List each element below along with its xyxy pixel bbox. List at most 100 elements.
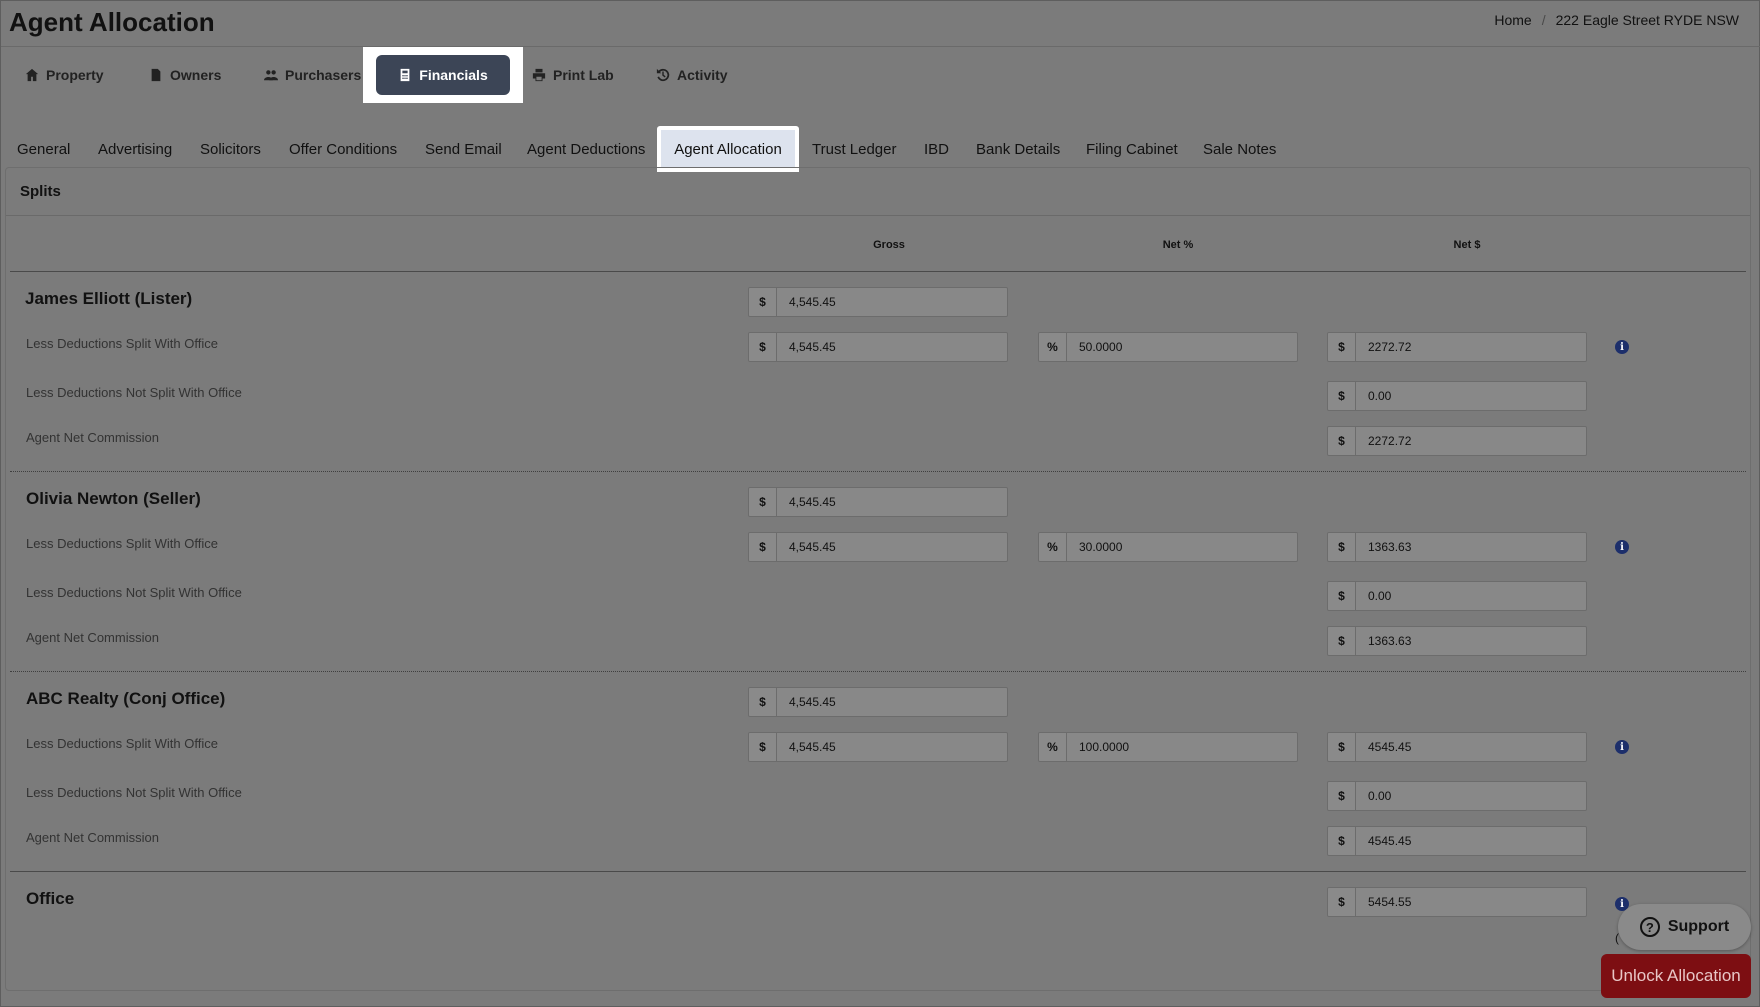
page-title: Agent Allocation xyxy=(9,7,215,37)
nav-property[interactable]: Property xyxy=(25,47,104,103)
split-pct-field[interactable]: % 100.0000 xyxy=(1038,732,1298,762)
office-net-field[interactable]: $ 5454.55 xyxy=(1327,887,1587,917)
split-pct-value[interactable]: 100.0000 xyxy=(1067,733,1297,761)
gross-field[interactable]: $ 4,545.45 xyxy=(748,287,1008,317)
column-net-amt: Net $ xyxy=(1453,239,1481,251)
label-agent-net-commission: Agent Net Commission xyxy=(26,830,159,845)
dollar-prefix: $ xyxy=(749,533,777,561)
gross-field[interactable]: $ 4,545.45 xyxy=(748,487,1008,517)
gross-field[interactable]: $ 4,545.45 xyxy=(748,687,1008,717)
net-commission-value[interactable]: 2272.72 xyxy=(1356,427,1586,455)
label-split-with-office: Less Deductions Split With Office xyxy=(26,736,218,751)
split-net-value[interactable]: 2272.72 xyxy=(1356,333,1586,361)
net-commission-field[interactable]: $ 1363.63 xyxy=(1327,626,1587,656)
split-gross-field[interactable]: $ 4,545.45 xyxy=(748,332,1008,362)
split-net-value[interactable]: 1363.63 xyxy=(1356,533,1586,561)
breadcrumb-home[interactable]: Home xyxy=(1494,12,1531,28)
nav-financials-pill[interactable]: Financials xyxy=(376,55,510,95)
split-net-field[interactable]: $ 1363.63 xyxy=(1327,532,1587,562)
tab-agent-allocation[interactable]: Agent Allocation xyxy=(657,126,799,172)
info-icon[interactable]: i xyxy=(1615,540,1629,554)
top-bar: Agent Allocation Home / 222 Eagle Street… xyxy=(1,1,1760,47)
document-icon xyxy=(151,68,161,82)
nav-financials[interactable]: Financials xyxy=(363,47,523,103)
split-net-value[interactable]: 4545.45 xyxy=(1356,733,1586,761)
unlock-allocation-button[interactable]: Unlock Allocation xyxy=(1601,954,1751,998)
gross-value[interactable]: 4,545.45 xyxy=(777,288,1007,316)
tab-general[interactable]: General xyxy=(9,128,78,170)
breadcrumb-separator: / xyxy=(1541,12,1546,28)
dollar-prefix: $ xyxy=(749,733,777,761)
not-split-field[interactable]: $ 0.00 xyxy=(1327,781,1587,811)
info-icon[interactable]: i xyxy=(1615,740,1629,754)
tab-agent-deductions[interactable]: Agent Deductions xyxy=(519,128,653,170)
label-not-split-with-office: Less Deductions Not Split With Office xyxy=(26,585,242,600)
label-split-with-office: Less Deductions Split With Office xyxy=(26,536,218,551)
gross-value[interactable]: 4,545.45 xyxy=(777,688,1007,716)
net-commission-value[interactable]: 1363.63 xyxy=(1356,627,1586,655)
tab-filing-cabinet[interactable]: Filing Cabinet xyxy=(1078,128,1186,170)
split-gross-field[interactable]: $ 4,545.45 xyxy=(748,532,1008,562)
support-label: Support xyxy=(1667,918,1730,935)
not-split-value[interactable]: 0.00 xyxy=(1356,382,1586,410)
dollar-prefix: $ xyxy=(1328,333,1356,361)
office-net-value[interactable]: 5454.55 xyxy=(1356,888,1586,916)
net-commission-field[interactable]: $ 4545.45 xyxy=(1327,826,1587,856)
split-net-field[interactable]: $ 4545.45 xyxy=(1327,732,1587,762)
not-split-value[interactable]: 0.00 xyxy=(1356,782,1586,810)
home-icon xyxy=(25,68,39,82)
split-pct-value[interactable]: 50.0000 xyxy=(1067,333,1297,361)
dollar-prefix: $ xyxy=(1328,582,1356,610)
office-divider xyxy=(10,871,1746,872)
support-button[interactable]: ? Support xyxy=(1618,904,1751,950)
tab-solicitors[interactable]: Solicitors xyxy=(192,128,269,170)
calculator-icon xyxy=(400,68,410,82)
breadcrumb: Home / 222 Eagle Street RYDE NSW xyxy=(1494,12,1739,28)
not-split-field[interactable]: $ 0.00 xyxy=(1327,381,1587,411)
label-agent-net-commission: Agent Net Commission xyxy=(26,430,159,445)
split-gross-value[interactable]: 4,545.45 xyxy=(777,733,1007,761)
tab-offer-conditions[interactable]: Offer Conditions xyxy=(281,128,405,170)
tab-sale-notes[interactable]: Sale Notes xyxy=(1195,128,1284,170)
agent-divider xyxy=(10,671,1746,672)
panel-header: Splits xyxy=(6,168,1750,216)
nav-purchasers-label: Purchasers xyxy=(285,67,362,83)
column-gross: Gross xyxy=(873,239,905,251)
main-nav: Property Owners Purchasers Financials Pr… xyxy=(1,47,1760,103)
nav-purchasers[interactable]: Purchasers xyxy=(264,47,361,103)
split-gross-value[interactable]: 4,545.45 xyxy=(777,533,1007,561)
label-agent-net-commission: Agent Net Commission xyxy=(26,630,159,645)
nav-property-label: Property xyxy=(46,67,104,83)
nav-activity[interactable]: Activity xyxy=(656,47,728,103)
agent-divider xyxy=(10,471,1746,472)
split-pct-value[interactable]: 30.0000 xyxy=(1067,533,1297,561)
not-split-field[interactable]: $ 0.00 xyxy=(1327,581,1587,611)
label-not-split-with-office: Less Deductions Not Split With Office xyxy=(26,385,242,400)
split-net-field[interactable]: $ 2272.72 xyxy=(1327,332,1587,362)
split-gross-field[interactable]: $ 4,545.45 xyxy=(748,732,1008,762)
label-not-split-with-office: Less Deductions Not Split With Office xyxy=(26,785,242,800)
tab-advertising[interactable]: Advertising xyxy=(90,128,180,170)
split-gross-value[interactable]: 4,545.45 xyxy=(777,333,1007,361)
nav-owners[interactable]: Owners xyxy=(149,47,221,103)
split-pct-field[interactable]: % 50.0000 xyxy=(1038,332,1298,362)
split-pct-field[interactable]: % 30.0000 xyxy=(1038,532,1298,562)
not-split-value[interactable]: 0.00 xyxy=(1356,582,1586,610)
info-icon[interactable]: i xyxy=(1615,340,1629,354)
tab-bank-details[interactable]: Bank Details xyxy=(968,128,1068,170)
tab-ibd[interactable]: IBD xyxy=(916,128,957,170)
nav-print-lab-label: Print Lab xyxy=(553,67,614,83)
users-icon xyxy=(264,70,278,81)
net-commission-value[interactable]: 4545.45 xyxy=(1356,827,1586,855)
column-net-pct: Net % xyxy=(1162,239,1194,251)
dollar-prefix: $ xyxy=(1328,533,1356,561)
gross-value[interactable]: 4,545.45 xyxy=(777,488,1007,516)
net-commission-field[interactable]: $ 2272.72 xyxy=(1327,426,1587,456)
tab-send-email[interactable]: Send Email xyxy=(417,128,510,170)
app-frame: Agent Allocation Home / 222 Eagle Street… xyxy=(0,0,1760,1007)
splits-panel: Splits Gross Net % Net $ James Elliott (… xyxy=(5,167,1751,991)
tab-trust-ledger[interactable]: Trust Ledger xyxy=(804,128,905,170)
breadcrumb-current: 222 Eagle Street RYDE NSW xyxy=(1555,12,1739,28)
nav-print-lab[interactable]: Print Lab xyxy=(532,47,614,103)
percent-prefix: % xyxy=(1039,733,1067,761)
